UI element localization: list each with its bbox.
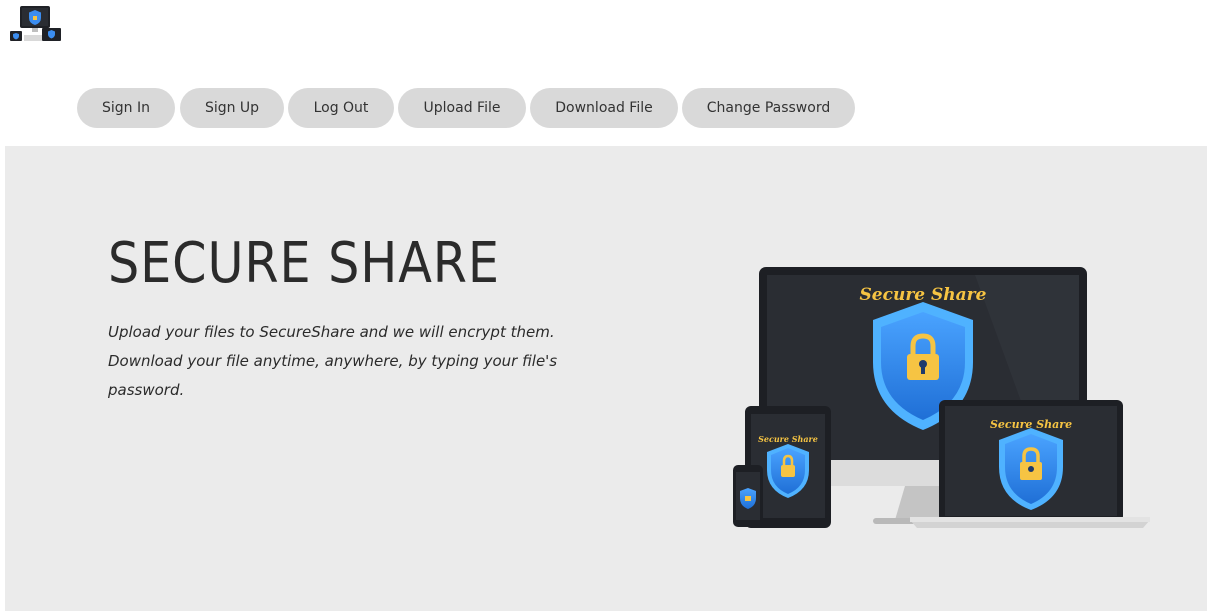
download-file-button[interactable]: Download File bbox=[530, 88, 678, 128]
change-password-button[interactable]: Change Password bbox=[682, 88, 855, 128]
laptop: Secure Share bbox=[910, 400, 1150, 528]
devices-shield-illustration: Secure Share Secure Share Secure Share bbox=[733, 267, 1150, 528]
laptop-brand-text: Secure Share bbox=[990, 418, 1072, 431]
log-out-button[interactable]: Log Out bbox=[288, 88, 394, 128]
sign-in-button[interactable]: Sign In bbox=[77, 88, 175, 128]
sign-up-button[interactable]: Sign Up bbox=[180, 88, 284, 128]
hero-title: SECURE SHARE bbox=[108, 231, 500, 296]
monitor-brand-text: Secure Share bbox=[860, 285, 987, 305]
hero-description: Upload your files to SecureShare and we … bbox=[108, 323, 558, 399]
hero-section: SECURE SHARE Upload your files to Secure… bbox=[5, 146, 1207, 611]
phone bbox=[733, 465, 763, 527]
upload-file-button[interactable]: Upload File bbox=[398, 88, 526, 128]
tablet-brand-text: Secure Share bbox=[758, 434, 818, 444]
logo-icon[interactable] bbox=[8, 5, 62, 42]
